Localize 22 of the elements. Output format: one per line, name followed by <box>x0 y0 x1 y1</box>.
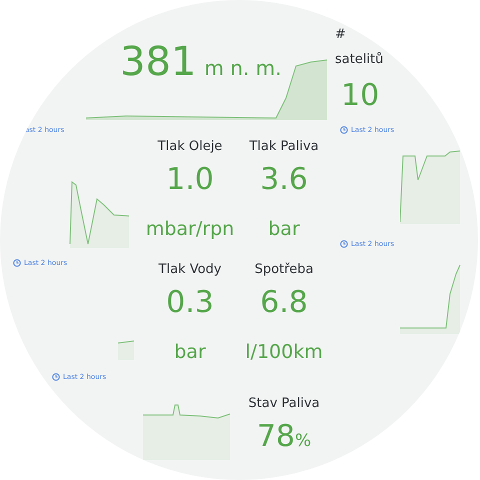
stat-title: Tlak Vody <box>158 261 222 279</box>
stat-value: 0.3 <box>166 284 214 322</box>
altitude-value: 381 <box>120 38 196 87</box>
stat-value: 1.0 <box>166 161 214 199</box>
sparkline <box>400 264 461 334</box>
altitude-unit: m n. m. <box>204 56 282 80</box>
stat-unit: bar <box>174 340 206 365</box>
sparkline <box>118 340 134 360</box>
stat-title: Spotřeba <box>254 261 314 279</box>
fuel-level-value: 78 <box>256 418 296 456</box>
fuel-level-unit: % <box>295 431 312 451</box>
stat-unit: l/100km <box>245 340 323 365</box>
stat-title: Tlak Oleje <box>158 138 222 156</box>
stat-value: 6.8 <box>260 284 308 322</box>
sparkline <box>69 180 130 248</box>
fuel-level-title: Stav Paliva <box>248 395 320 413</box>
stat-unit: mbar/rpn <box>146 217 234 242</box>
satellites-value: 10 <box>341 78 380 114</box>
satellites-title: # satelitů <box>335 26 384 69</box>
stat-title: Tlak Paliva <box>249 138 319 156</box>
stat-value: 3.6 <box>260 161 308 199</box>
stat-unit: bar <box>268 217 300 242</box>
